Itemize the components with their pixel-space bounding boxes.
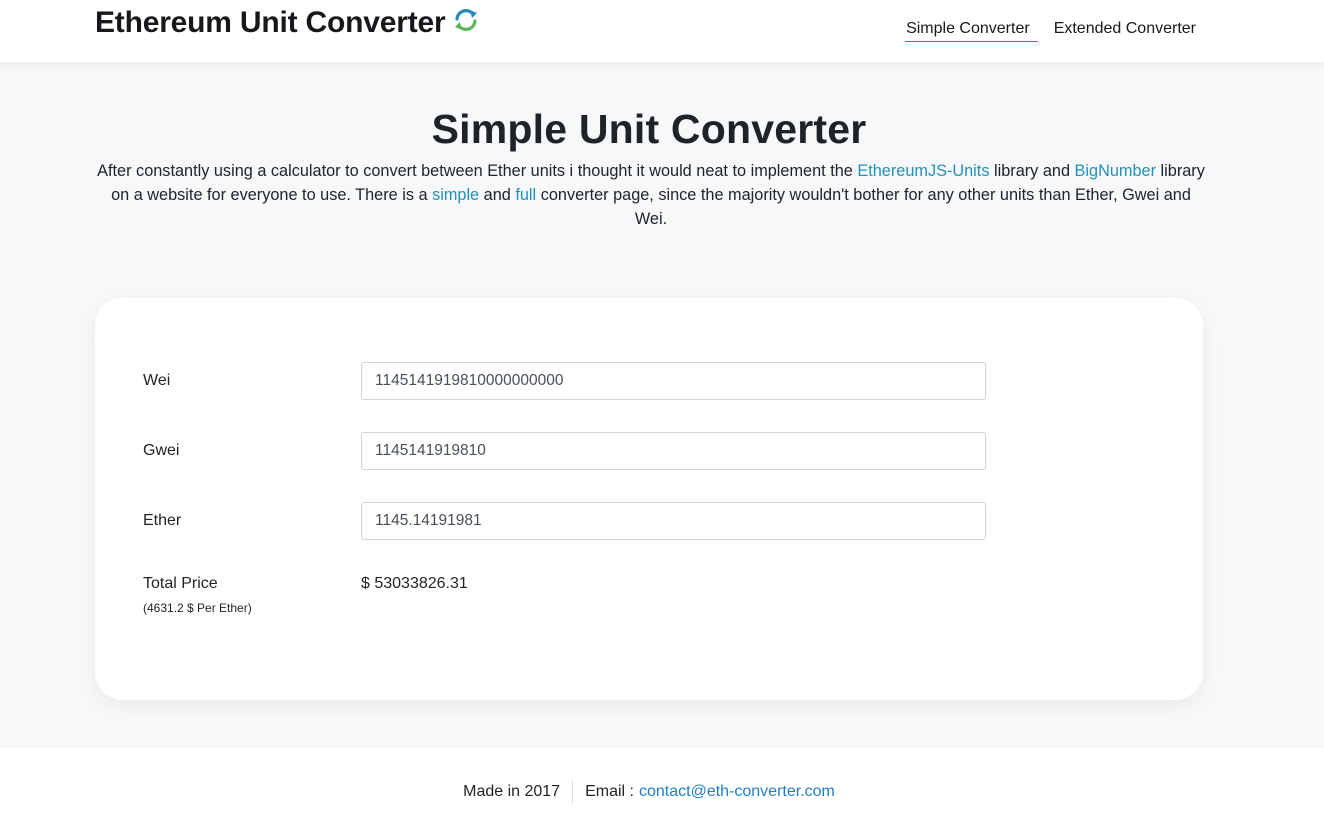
made-in-text: Made in 2017 [463, 783, 561, 800]
page-title: Simple Unit Converter [431, 106, 867, 152]
intro-text-2: library and [989, 162, 1075, 180]
refresh-icon [453, 7, 479, 33]
email-label: Email : [585, 783, 634, 800]
ether-rate: (4631.2 $ Per Ether) [143, 601, 252, 615]
simple-link[interactable]: simple [432, 186, 479, 204]
main-nav: Simple Converter Extended Converter [889, 19, 1196, 42]
nav-simple-converter[interactable]: Simple Converter [905, 19, 1038, 42]
gwei-input[interactable] [361, 432, 986, 470]
full-link[interactable]: full [515, 186, 536, 204]
bignumber-link[interactable]: BigNumber [1075, 162, 1156, 180]
footer-divider [572, 780, 574, 804]
total-price-value: $ 53033826.31 [361, 575, 468, 592]
site-footer: Made in 2017 Email : contact@eth-convert… [0, 748, 1324, 831]
wei-label: Wei [143, 372, 171, 389]
intro-text-4: and [479, 186, 516, 204]
intro-text: After constantly using a calculator to c… [96, 159, 1206, 231]
email-link[interactable]: contact@eth-converter.com [639, 783, 835, 801]
ethereumjs-units-link[interactable]: EthereumJS-Units [857, 162, 989, 180]
total-price-label: Total Price [143, 575, 218, 592]
ether-label: Ether [143, 512, 182, 529]
brand[interactable]: Ethereum Unit Converter [95, 6, 479, 40]
intro-text-1: After constantly using a calculator to c… [97, 162, 858, 180]
ether-input[interactable] [361, 502, 986, 540]
brand-title: Ethereum Unit Converter [95, 6, 446, 39]
site-header: Ethereum Unit Converter Simple Converter… [0, 0, 1324, 62]
gwei-label: Gwei [143, 442, 180, 459]
converter-card: Wei Gwei Ether Total Price (4631.2 $ Per… [95, 298, 1203, 700]
nav-extended-converter[interactable]: Extended Converter [1054, 19, 1196, 41]
main-content: Simple Unit Converter After constantly u… [0, 62, 1324, 748]
intro-text-5: converter page, since the majority would… [536, 186, 1191, 228]
wei-input[interactable] [361, 362, 986, 400]
footer-content: Made in 2017 Email : contact@eth-convert… [0, 780, 1298, 804]
